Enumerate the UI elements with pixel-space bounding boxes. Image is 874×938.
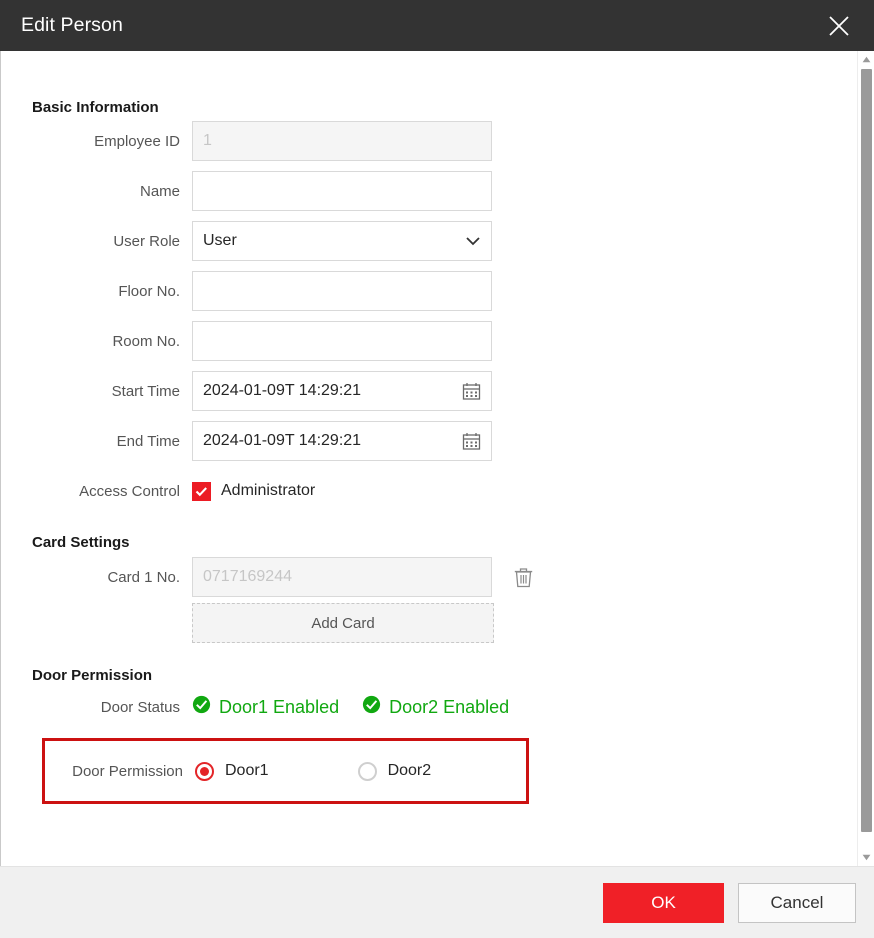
end-time-label: End Time [116, 432, 180, 450]
room-no-input[interactable] [192, 321, 492, 361]
trash-icon[interactable] [511, 564, 535, 590]
door-status-row: Door Status Door1 Enabled Door2 Enabled [1, 684, 857, 730]
field-row-user-role: User Role User [1, 216, 857, 266]
card-1-no-placeholder: 0717169244 [203, 568, 292, 585]
dialog-footer: OK Cancel [0, 866, 874, 938]
section-title-card-settings: Card Settings [32, 534, 130, 551]
section-title-basic-information: Basic Information [32, 99, 159, 116]
close-icon[interactable] [822, 9, 856, 43]
chevron-down-icon [466, 237, 480, 246]
vertical-scrollbar[interactable] [857, 51, 874, 866]
add-card-button[interactable]: Add Card [192, 603, 494, 643]
user-role-select[interactable]: User [192, 221, 492, 261]
door-permission-highlight: Door Permission Door1 Door2 [42, 738, 529, 804]
check-circle-icon [192, 695, 211, 719]
start-time-input[interactable]: 2024-01-09T 14:29:21 [192, 371, 492, 411]
field-row-start-time: Start Time 2024-01-09T 14:29:21 [1, 366, 857, 416]
scrollbar-thumb[interactable] [860, 69, 872, 833]
caret-down-icon[interactable] [858, 849, 874, 866]
add-card-spacer [32, 603, 192, 643]
radio-door1-label: Door1 [225, 762, 269, 779]
caret-up-icon[interactable] [858, 51, 874, 68]
name-input[interactable] [192, 171, 492, 211]
section-title-door-permission: Door Permission [32, 667, 153, 684]
add-card-row: Add Card [1, 603, 857, 643]
end-time-value: 2024-01-09T 14:29:21 [203, 432, 362, 449]
door-status-label: Door Status [100, 698, 180, 716]
employee-id-label: Employee ID [94, 132, 180, 150]
start-time-label: Start Time [111, 382, 180, 400]
access-control-label: Access Control [79, 482, 180, 500]
dialog-title: Edit Person [21, 14, 123, 36]
radio-unselected-icon [357, 761, 377, 781]
radio-door2-label: Door2 [387, 762, 432, 779]
radio-door2[interactable]: Door2 [357, 761, 432, 781]
checkbox-checked-icon [192, 481, 211, 501]
floor-no-label: Floor No. [118, 282, 180, 300]
field-row-end-time: End Time 2024-01-09T 14:29:21 [1, 416, 857, 466]
room-no-label: Room No. [112, 332, 180, 350]
user-role-label: User Role [113, 232, 180, 250]
name-label: Name [139, 182, 180, 200]
calendar-icon[interactable] [462, 382, 481, 401]
cancel-button[interactable]: Cancel [738, 882, 856, 923]
scrollbar-track[interactable] [858, 68, 874, 849]
form-scroll-area: Basic Information Employee ID 1 Name Use… [1, 51, 857, 866]
edit-person-dialog: Edit Person Basic Information Employee I… [0, 0, 874, 938]
dialog-titlebar: Edit Person [0, 0, 874, 51]
card-1-no-label: Card 1 No. [107, 568, 180, 586]
field-row-floor-no: Floor No. [1, 266, 857, 316]
administrator-label: Administrator [221, 482, 316, 499]
dialog-body: Basic Information Employee ID 1 Name Use… [0, 51, 874, 866]
card-1-no-input[interactable]: 0717169244 [192, 557, 492, 597]
field-row-name: Name [1, 166, 857, 216]
floor-no-input[interactable] [192, 271, 492, 311]
administrator-checkbox[interactable]: Administrator [192, 481, 316, 501]
end-time-input[interactable]: 2024-01-09T 14:29:21 [192, 421, 492, 461]
field-row-access-control: Access Control Administrator [1, 466, 857, 516]
start-time-value: 2024-01-09T 14:29:21 [203, 382, 362, 399]
calendar-icon[interactable] [462, 432, 481, 451]
field-row-card-1-no: Card 1 No. 0717169244 [1, 551, 857, 603]
door2-status-text: Door2 Enabled [389, 696, 510, 717]
field-row-employee-id: Employee ID 1 [1, 116, 857, 166]
radio-selected-icon [195, 761, 214, 781]
door1-status: Door1 Enabled [192, 695, 339, 719]
door-permission-label: Door Permission [72, 762, 183, 780]
employee-id-input[interactable]: 1 [192, 121, 492, 161]
employee-id-placeholder: 1 [203, 132, 212, 149]
field-row-room-no: Room No. [1, 316, 857, 366]
check-circle-icon [362, 695, 381, 719]
ok-button[interactable]: OK [603, 882, 724, 923]
user-role-value: User [203, 232, 237, 249]
radio-door1[interactable]: Door1 [195, 761, 269, 781]
door2-status: Door2 Enabled [362, 695, 509, 719]
door1-status-text: Door1 Enabled [219, 696, 340, 717]
